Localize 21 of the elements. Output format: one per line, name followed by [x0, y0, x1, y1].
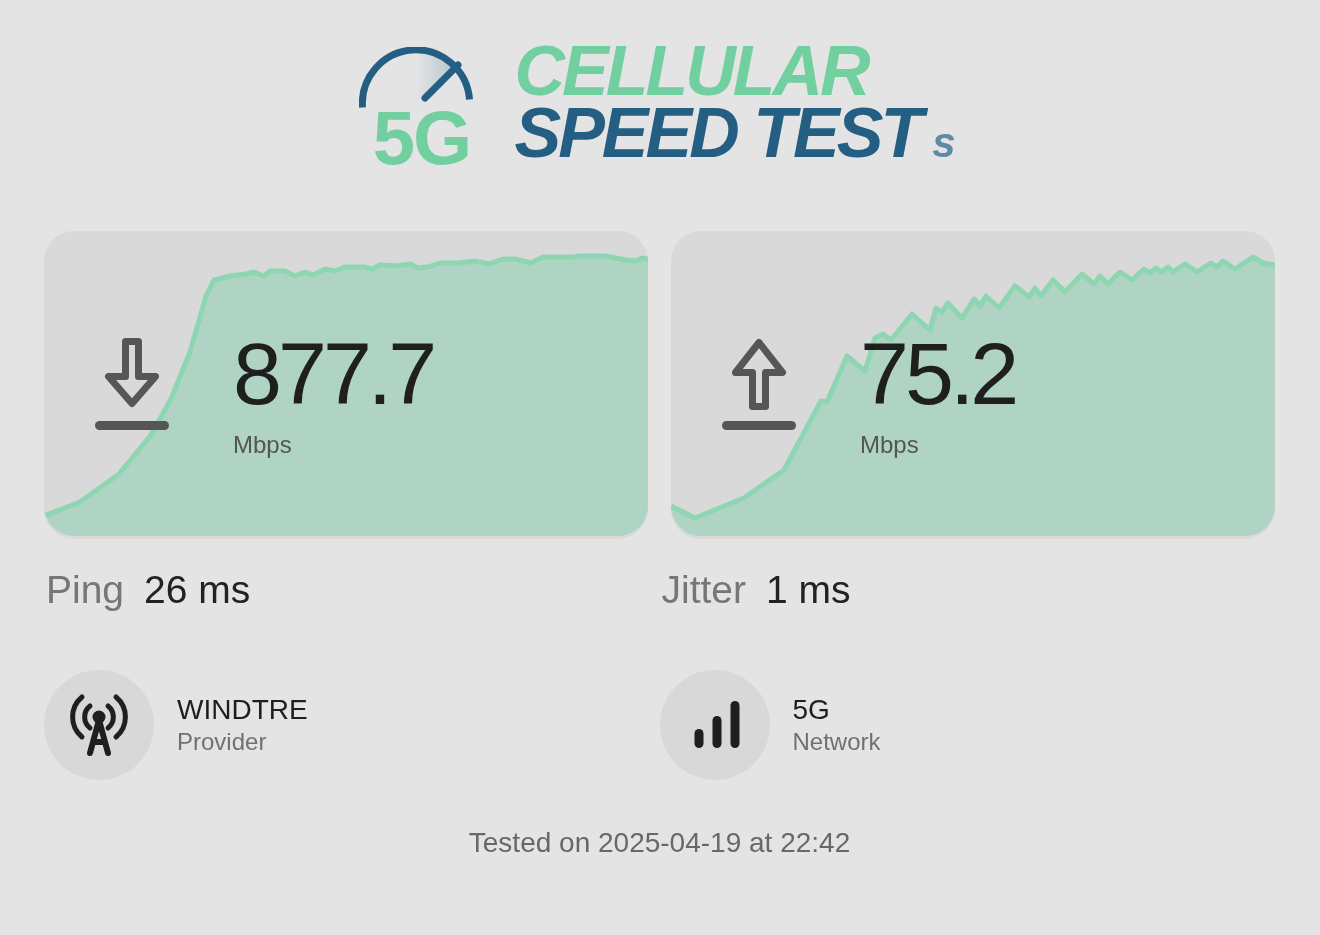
test-timestamp: Tested on 2025-04-19 at 22:42 — [468, 826, 851, 860]
detail-value: WINDTRE — [177, 693, 308, 727]
logo-label: 5G — [371, 111, 471, 165]
latency-label: Jitter — [661, 567, 746, 613]
upload-icon — [722, 337, 796, 430]
download-icon — [95, 337, 169, 430]
speed-value: 877.7 — [233, 329, 434, 418]
latency-label: Ping — [46, 567, 125, 613]
logo-title: CELLULAR — [514, 39, 869, 103]
latency-value: 26 ms — [144, 567, 251, 613]
latency-value: 1 ms — [766, 567, 851, 613]
detail-label: Network — [792, 727, 881, 757]
antenna-icon — [44, 670, 154, 780]
logo-suffix: s — [932, 122, 957, 164]
detail-label: Provider — [177, 727, 268, 757]
speed-unit: Mbps — [860, 429, 919, 460]
logo-title: SPEED TEST — [514, 101, 933, 165]
speed-unit: Mbps — [233, 429, 292, 460]
signal-bars-icon — [659, 670, 770, 780]
speed-value: 75.2 — [860, 329, 1016, 418]
detail-value: 5G — [792, 693, 831, 727]
